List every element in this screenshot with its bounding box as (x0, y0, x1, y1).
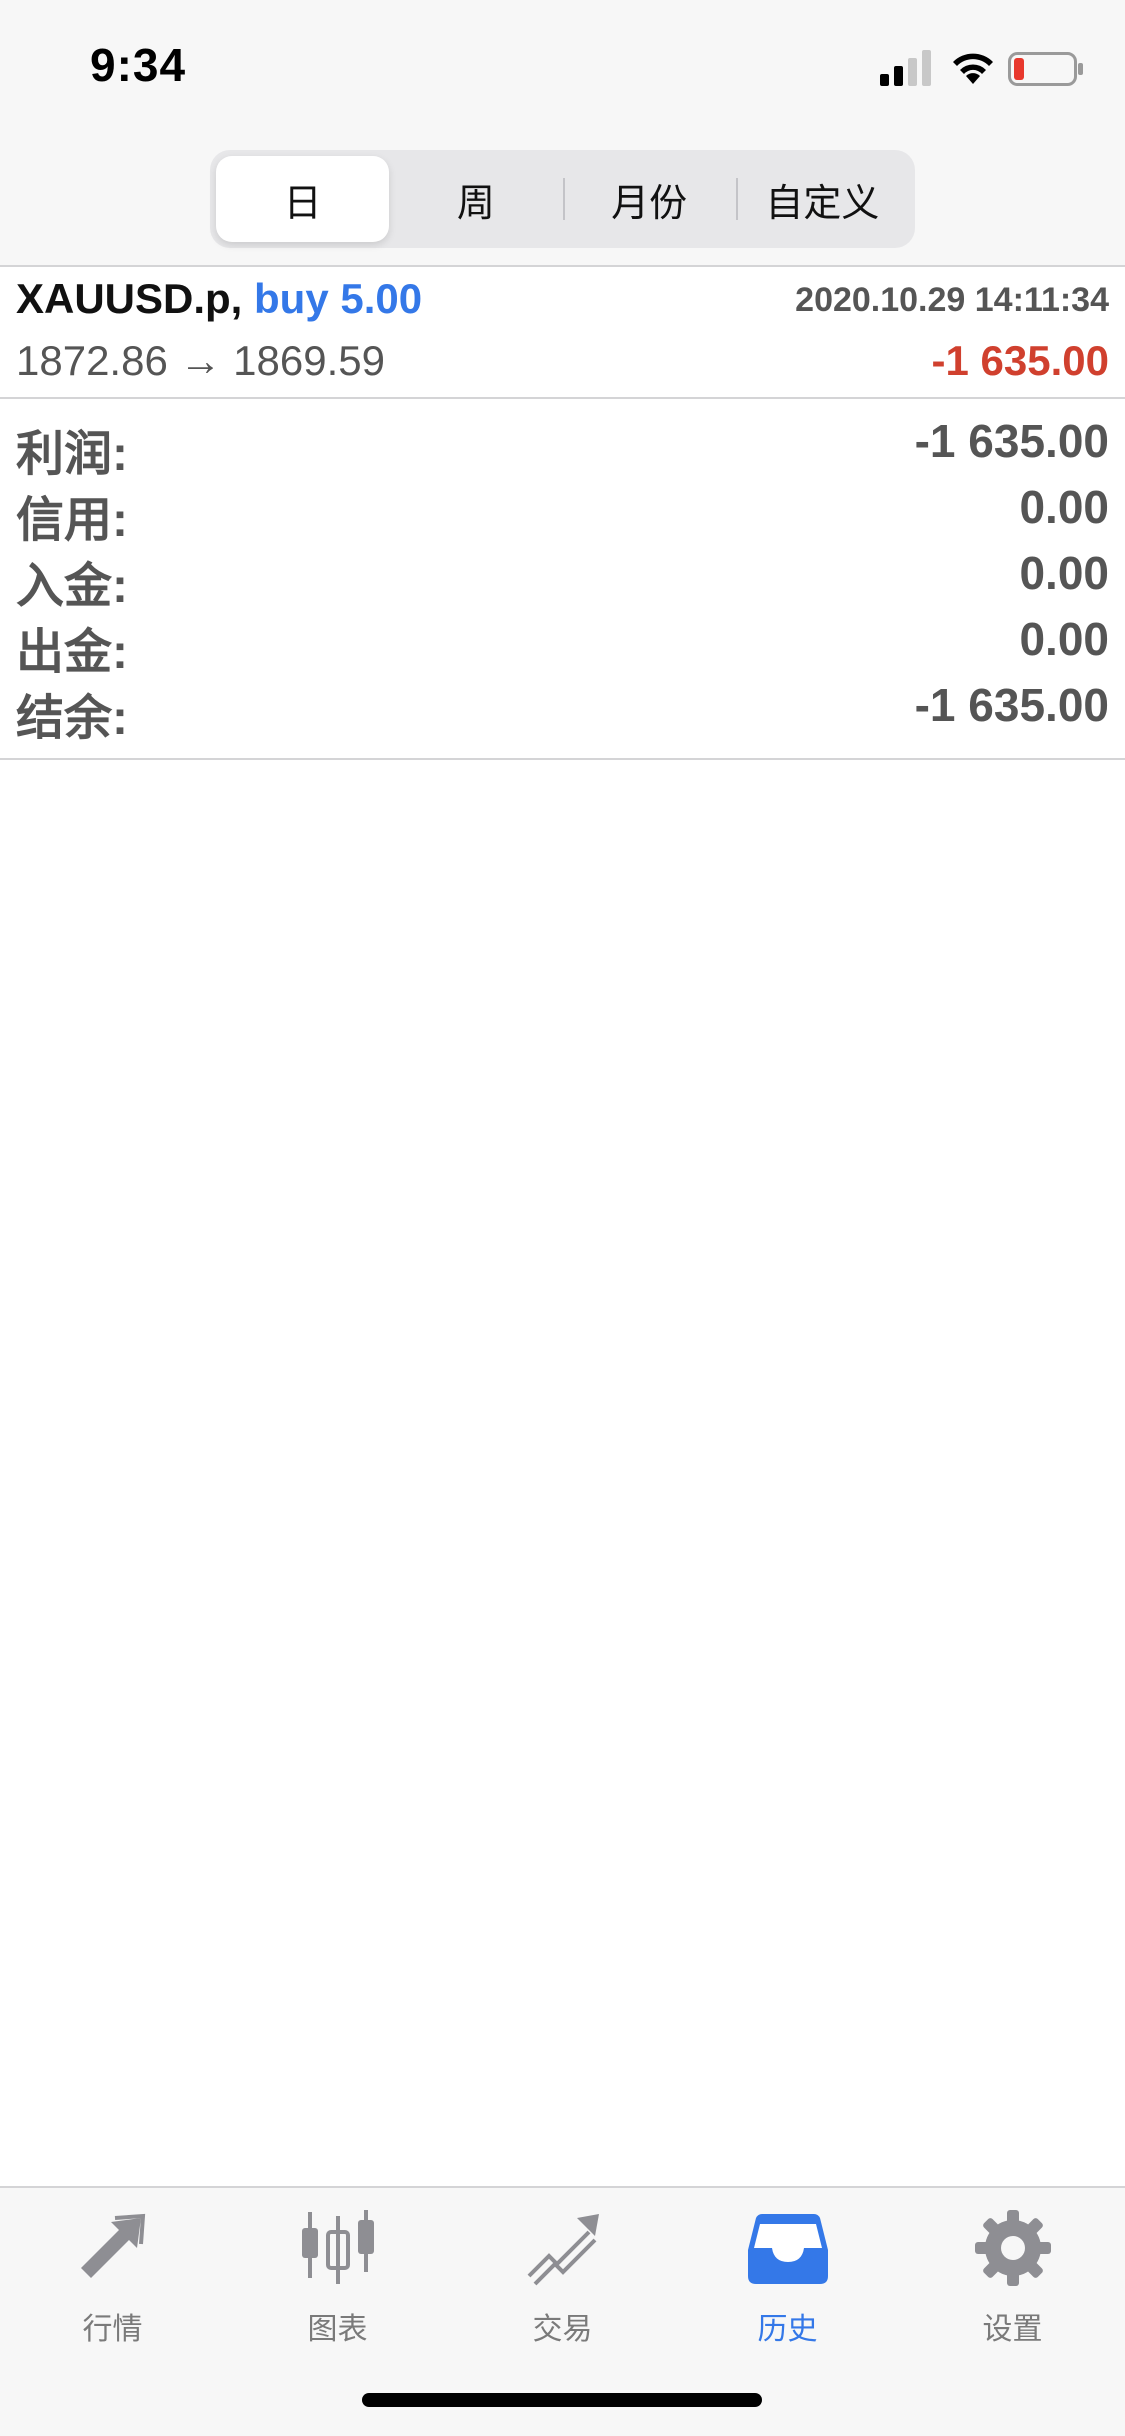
summary-label: 利润: (16, 428, 128, 481)
summary-value: -1 635.00 (914, 415, 1109, 467)
status-bar: 9:34 (0, 0, 1125, 140)
segment-custom[interactable]: 自定义 (735, 156, 909, 242)
deal-symbol: XAUUSD.p, (16, 275, 243, 322)
chart-icon (301, 2210, 374, 2284)
summary-label: 结余: (16, 692, 128, 745)
divider (0, 758, 1125, 760)
home-indicator[interactable] (362, 2393, 762, 2407)
history-screen: 9:34 日 周 月份 自定义 XAUUSD.p, buy 5.00 2020.… (0, 0, 1125, 2436)
tab-label: 交易 (532, 2313, 593, 2346)
summary-row-balance: 结余: -1 635.00 (0, 674, 1125, 745)
tab-chart[interactable]: 图表 (225, 2206, 450, 2356)
deal-symbol-line: XAUUSD.p, buy 5.00 (16, 275, 422, 323)
segment-day[interactable]: 日 (216, 156, 390, 242)
deal-type-volume: buy 5.00 (254, 275, 423, 322)
status-time: 9:34 (90, 39, 187, 91)
tab-label: 图表 (307, 2313, 368, 2346)
quotes-icon (80, 2213, 145, 2278)
summary-label: 入金: (16, 560, 128, 613)
summary-row-deposit: 入金: 0.00 (0, 542, 1125, 613)
battery-icon (1008, 52, 1083, 86)
summary-section: 利润: -1 635.00 信用: 0.00 入金: 0.00 出金: 0.00… (0, 410, 1125, 745)
summary-row-withdrawal: 出金: 0.00 (0, 608, 1125, 679)
summary-value: 0.00 (1019, 481, 1109, 533)
trade-icon (527, 2214, 599, 2286)
tab-label: 设置 (982, 2313, 1043, 2346)
tab-settings[interactable]: 设置 (900, 2206, 1125, 2356)
divider (0, 397, 1125, 399)
wifi-icon (953, 53, 993, 84)
segment-month[interactable]: 月份 (562, 156, 736, 242)
tab-label: 历史 (757, 2313, 818, 2346)
summary-label: 信用: (16, 494, 128, 547)
tab-history[interactable]: 历史 (675, 2206, 900, 2356)
tab-label: 行情 (82, 2313, 143, 2346)
cellular-signal-icon (880, 50, 931, 86)
summary-value: 0.00 (1019, 613, 1109, 665)
deal-prices: 1872.86 → 1869.59 (16, 337, 385, 384)
deal-row[interactable]: XAUUSD.p, buy 5.00 2020.10.29 14:11:34 1… (0, 267, 1125, 397)
summary-row-credit: 信用: 0.00 (0, 476, 1125, 547)
deal-time: 2020.10.29 14:11:34 (795, 281, 1109, 319)
summary-row-profit: 利润: -1 635.00 (0, 410, 1125, 481)
segment-week[interactable]: 周 (389, 156, 562, 242)
tab-quotes[interactable]: 行情 (0, 2206, 225, 2356)
deal-profit: -1 635.00 (931, 337, 1109, 384)
period-filter-area: 日 周 月份 自定义 (0, 140, 1125, 265)
settings-icon (974, 2210, 1051, 2286)
summary-value: 0.00 (1019, 547, 1109, 599)
summary-label: 出金: (16, 626, 128, 679)
tab-trade[interactable]: 交易 (450, 2206, 675, 2356)
history-icon (747, 2214, 828, 2284)
period-segmented-control: 日 周 月份 自定义 (210, 150, 915, 248)
summary-value: -1 635.00 (914, 679, 1109, 731)
